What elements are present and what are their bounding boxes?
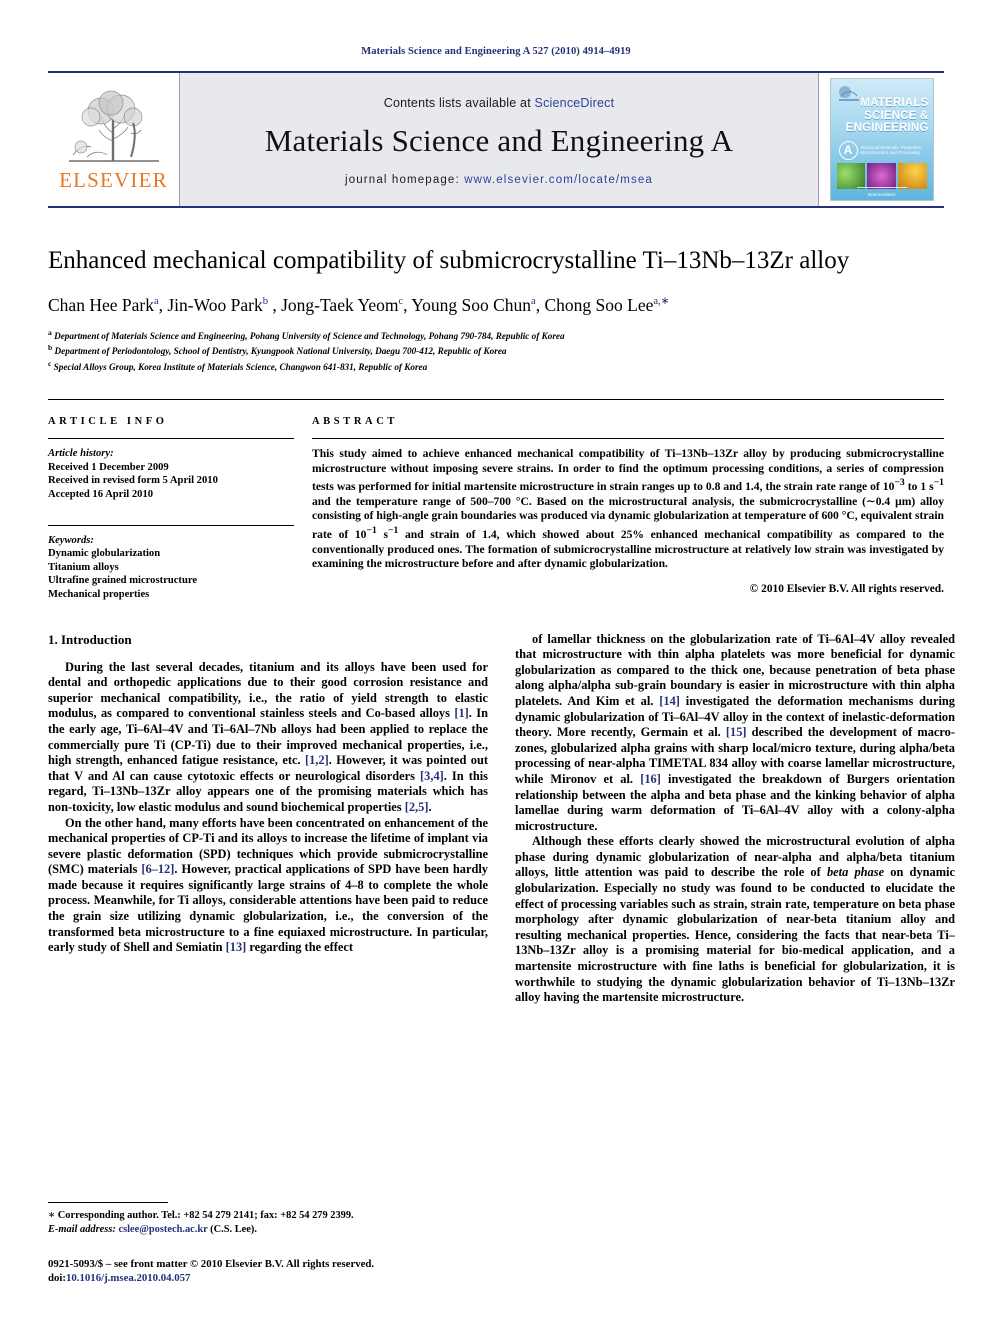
- running-head: Materials Science and Engineering A 527 …: [361, 46, 631, 57]
- paragraph-right-2: Although these efforts clearly showed th…: [515, 834, 955, 1005]
- keyword-3: Mechanical properties: [48, 588, 150, 600]
- cover-title-line-1: MATERIALS: [860, 97, 929, 109]
- keywords-rule: [48, 524, 294, 526]
- issn-line: 0921-5093/$ – see front matter © 2010 El…: [48, 1258, 375, 1270]
- affiliation-b: b Department of Periodontology, School o…: [48, 342, 944, 357]
- elsevier-tree-icon: [68, 90, 159, 162]
- elsevier-wordmark: ELSEVIER: [59, 167, 168, 192]
- corresponding-author-note: ∗ Corresponding author. Tel.: +82 54 279…: [48, 1210, 354, 1222]
- page-title: Enhanced mechanical compatibility of sub…: [48, 247, 850, 274]
- section-heading-introduction: 1. Introduction: [48, 631, 132, 647]
- history-item-1: Received in revised form 5 April 2010: [48, 475, 218, 487]
- affiliation-text-a: Department of Materials Science and Engi…: [54, 330, 565, 341]
- contents-available-line: Contents lists available at ScienceDirec…: [384, 96, 615, 110]
- affiliation-a: a Department of Materials Science and En…: [48, 327, 944, 342]
- cover-title-line-2: SCIENCE &: [864, 109, 929, 122]
- keyword-2: Ultrafine grained microstructure: [48, 575, 198, 587]
- cover-title-line-3: ENGINEERING: [845, 122, 929, 134]
- abstract-text: This study aimed to achieve enhanced mec…: [312, 447, 944, 571]
- cover-tagline: Structural Materials: Properties, Micros…: [860, 145, 923, 156]
- abstract-rule: [312, 438, 944, 440]
- doi-prefix: doi:: [48, 1272, 66, 1284]
- abstract-heading: ABSTRACT: [312, 416, 398, 428]
- email-note: E-mail address: cslee@postech.ac.kr (C.S…: [48, 1223, 257, 1235]
- sciencedirect-link[interactable]: ScienceDirect: [535, 96, 615, 110]
- journal-title: Materials Science and Engineering A: [264, 122, 734, 158]
- affiliation-text-c: Special Alloys Group, Korea Institute of…: [53, 361, 428, 372]
- masthead-center: Contents lists available at ScienceDirec…: [180, 73, 818, 206]
- cover-divider: [856, 187, 907, 188]
- paragraph-right-1: of lamellar thickness on the globulariza…: [515, 631, 955, 833]
- homepage-url-link[interactable]: www.elsevier.com/locate/msea: [464, 174, 653, 186]
- article-history-group: Article history: Received 1 December 200…: [48, 447, 294, 501]
- keywords-heading: Keywords:: [48, 534, 94, 546]
- footnote-rule: [48, 1202, 168, 1204]
- footnote-block: ∗ Corresponding author. Tel.: +82 54 279…: [48, 1209, 488, 1236]
- body-column-right: of lamellar thickness on the globulariza…: [515, 632, 955, 1006]
- cover-micrograph-3: [897, 163, 927, 189]
- affiliation-c: c Special Alloys Group, Korea Institute …: [48, 358, 944, 373]
- body-column-left: 1. Introduction During the last several …: [48, 632, 488, 1006]
- keyword-0: Dynamic globularization: [48, 548, 161, 560]
- cover-micrograph-1: [836, 163, 866, 189]
- affiliation-list: a Department of Materials Science and En…: [48, 327, 944, 373]
- body-columns: 1. Introduction During the last several …: [48, 632, 955, 1006]
- journal-masthead: ELSEVIER Contents lists available at Sci…: [48, 71, 944, 208]
- paragraph-left-1: During the last several decades, titaniu…: [48, 659, 488, 814]
- journal-cover-cell: MATERIALS SCIENCE & ENGINEERING A Struct…: [818, 73, 944, 206]
- cover-section-letter: A: [838, 141, 858, 160]
- affiliation-text-b: Department of Periodontology, School of …: [54, 346, 507, 357]
- journal-homepage-line: journal homepage: www.elsevier.com/locat…: [345, 174, 653, 186]
- article-info-rule: [48, 438, 294, 440]
- publisher-logo-cell: ELSEVIER: [48, 73, 180, 206]
- cover-micrograph-2: [867, 163, 896, 189]
- journal-cover-image: MATERIALS SCIENCE & ENGINEERING A Struct…: [829, 78, 934, 201]
- paper-page: Materials Science and Engineering A 527 …: [0, 0, 992, 1323]
- cover-footer-text: ScienceDirect: [867, 192, 896, 197]
- keywords-group: Keywords: Dynamic globularization Titani…: [48, 534, 294, 602]
- homepage-prefix: journal homepage:: [345, 173, 465, 186]
- keyword-1: Titanium alloys: [48, 561, 119, 573]
- cover-micrograph-strip: [836, 163, 927, 189]
- affiliation-marker-b: b: [48, 343, 53, 353]
- paragraph-left-2: On the other hand, many efforts have bee…: [48, 815, 489, 955]
- article-info-column: ARTICLE INFO Article history: Received 1…: [48, 416, 294, 601]
- author-list: Chan Hee Parka, Jin-Woo Parkb , Jong-Tae…: [48, 294, 670, 315]
- cover-title: MATERIALS SCIENCE & ENGINEERING: [837, 97, 929, 135]
- doi-link[interactable]: 10.1016/j.msea.2010.04.057: [66, 1272, 190, 1284]
- article-history-heading: Article history:: [48, 448, 114, 460]
- affiliation-marker-a: a: [48, 327, 52, 337]
- history-item-2: Accepted 16 April 2010: [48, 489, 154, 501]
- history-item-0: Received 1 December 2009: [48, 461, 169, 473]
- info-abstract-band: ARTICLE INFO Article history: Received 1…: [48, 399, 944, 601]
- doi-line: doi:10.1016/j.msea.2010.04.057: [48, 1271, 488, 1285]
- title-block: Enhanced mechanical compatibility of sub…: [48, 246, 944, 373]
- affiliation-marker-c: c: [48, 358, 52, 368]
- abstract-copyright: © 2010 Elsevier B.V. All rights reserved…: [749, 582, 944, 595]
- contents-prefix: Contents lists available at: [383, 95, 535, 110]
- elsevier-logo: ELSEVIER: [58, 89, 170, 191]
- abstract-column: ABSTRACT This study aimed to achieve enh…: [312, 416, 944, 601]
- article-info-heading: ARTICLE INFO: [48, 416, 168, 428]
- page-footer: ∗ Corresponding author. Tel.: +82 54 279…: [48, 1185, 488, 1285]
- issn-block: 0921-5093/$ – see front matter © 2010 El…: [48, 1257, 488, 1285]
